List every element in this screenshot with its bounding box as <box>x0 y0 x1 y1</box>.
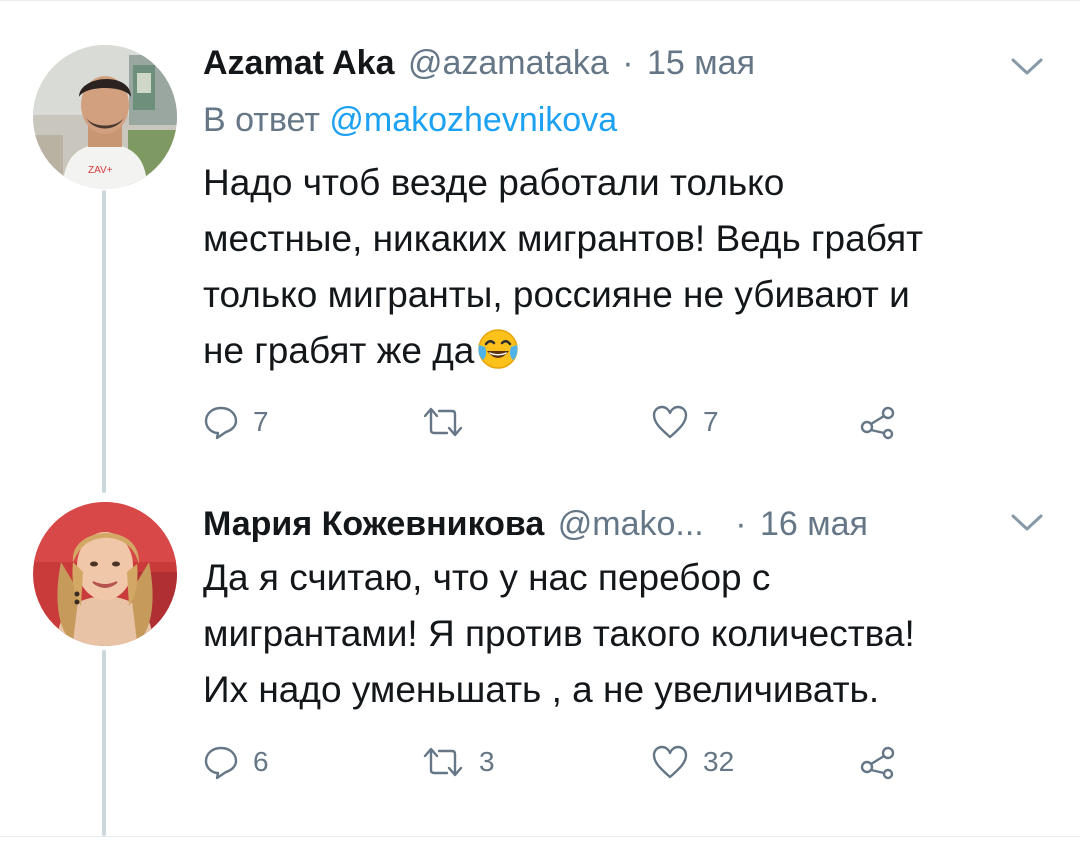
heart-icon <box>652 405 688 439</box>
tweet-text: Надо чтоб везде работали только местные,… <box>203 155 1053 379</box>
reply-icon <box>204 406 238 440</box>
share-button[interactable] <box>858 742 898 782</box>
retweet-button[interactable]: 3 <box>421 742 495 782</box>
user-handle[interactable]: @azamataka <box>408 44 609 82</box>
svg-text:ZAV+: ZAV+ <box>88 165 113 176</box>
tweet-header: Azamat Aka @azamataka · 15 мая <box>203 43 755 83</box>
tweet[interactable]: Мария Кожевникова @mako... · 16 мая Да я… <box>0 490 1080 836</box>
chevron-down-icon[interactable] <box>1010 56 1044 78</box>
tweet-text-line: местные, никаких мигрантов! Ведь грабят <box>203 218 924 259</box>
tweet-date[interactable]: 16 мая <box>760 505 868 543</box>
retweet-icon <box>423 407 463 437</box>
like-count: 7 <box>703 406 719 437</box>
tweet-text-line: Их надо уменьшать , а не увеличивать. <box>203 669 880 710</box>
like-button[interactable]: 32 <box>651 742 734 782</box>
tweet-date[interactable]: 15 мая <box>647 44 755 82</box>
retweet-count: 3 <box>479 746 495 777</box>
reply-prefix: В ответ <box>203 101 320 139</box>
tweet[interactable]: ZAV+ Azamat Aka @azamataka · 15 мая В от… <box>0 0 1080 490</box>
tweet-text-line-content: не грабят же да <box>203 330 475 371</box>
face-with-tears-of-joy-icon <box>478 329 519 369</box>
avatar[interactable]: ZAV+ <box>33 45 177 189</box>
reply-count: 6 <box>253 746 269 777</box>
tweet-text-line: Да я считаю, что у нас перебор с <box>203 557 771 598</box>
heart-icon <box>652 745 688 779</box>
share-icon <box>860 746 895 780</box>
tweet-text-line: мигрантами! Я против такого количества! <box>203 613 915 654</box>
tweet-thread: ZAV+ Azamat Aka @azamataka · 15 мая В от… <box>0 0 1080 845</box>
tweet-text: Да я считаю, что у нас перебор с мигрант… <box>203 550 1053 718</box>
tweet-text-line: не грабят же да <box>203 323 1053 379</box>
tweet-actions: 6 3 32 <box>203 742 923 782</box>
share-icon <box>860 406 895 440</box>
display-name[interactable]: Мария Кожевникова <box>203 505 544 543</box>
reply-context: В ответ @makozhevnikova <box>203 100 617 140</box>
like-count: 32 <box>703 746 735 777</box>
tweet-text-line: Надо чтоб везде работали только <box>203 162 785 203</box>
tweet-text-line: только мигранты, россияне не убивают и <box>203 274 910 315</box>
separator-dot: · <box>622 44 634 82</box>
reply-count: 7 <box>253 406 269 437</box>
separator-dot: · <box>735 505 747 543</box>
chevron-down-icon[interactable] <box>1010 512 1044 534</box>
tweet-actions: 7 7 <box>203 402 923 442</box>
share-button[interactable] <box>858 402 898 442</box>
reply-mention-link[interactable]: @makozhevnikova <box>329 101 617 139</box>
tweet-header: Мария Кожевникова @mako... · 16 мая <box>203 504 868 544</box>
bottom-divider <box>0 836 1080 837</box>
like-button[interactable]: 7 <box>651 402 719 442</box>
avatar[interactable] <box>33 502 177 646</box>
user-handle[interactable]: @mako... <box>558 505 704 543</box>
retweet-button[interactable] <box>421 402 479 442</box>
reply-button[interactable]: 6 <box>203 742 269 782</box>
display-name[interactable]: Azamat Aka <box>203 44 394 82</box>
reply-icon <box>204 746 238 780</box>
retweet-icon <box>423 747 463 777</box>
reply-button[interactable]: 7 <box>203 402 269 442</box>
